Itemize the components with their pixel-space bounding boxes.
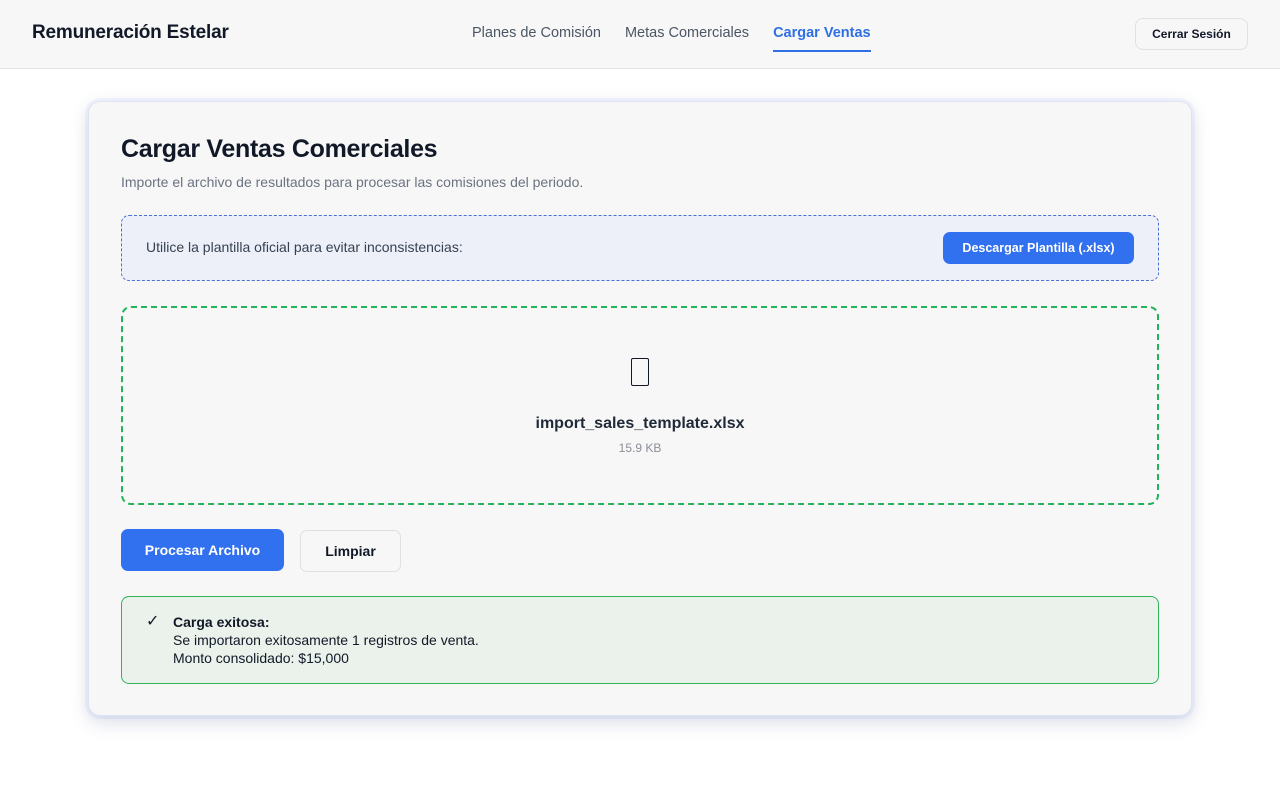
- top-navigation-bar: Remuneración Estelar Planes de Comisión …: [0, 0, 1280, 69]
- download-template-button[interactable]: Descargar Plantilla (.xlsx): [943, 232, 1134, 264]
- process-file-button[interactable]: Procesar Archivo: [121, 529, 284, 571]
- template-notice: Utilice la plantilla oficial para evitar…: [121, 215, 1159, 281]
- clear-button[interactable]: Limpiar: [300, 530, 401, 572]
- nav-item-cargar-ventas[interactable]: Cargar Ventas: [773, 0, 871, 68]
- file-icon: [631, 358, 649, 386]
- nav-item-metas-comerciales[interactable]: Metas Comerciales: [625, 0, 749, 68]
- success-alert: ✓ Carga exitosa: Se importaron exitosame…: [121, 596, 1159, 684]
- page-title: Cargar Ventas Comerciales: [121, 135, 438, 163]
- template-notice-text: Utilice la plantilla oficial para evitar…: [146, 239, 463, 255]
- brand-title: Remuneración Estelar: [32, 22, 229, 43]
- nav-item-planes-de-comision[interactable]: Planes de Comisión: [472, 0, 601, 68]
- page-subtitle: Importe el archivo de resultados para pr…: [121, 174, 584, 190]
- file-dropzone[interactable]: import_sales_template.xlsx 15.9 KB: [121, 306, 1159, 505]
- check-icon: ✓: [146, 611, 160, 630]
- logout-button[interactable]: Cerrar Sesión: [1135, 18, 1248, 50]
- success-message: Se importaron exitosamente 1 registros d…: [173, 632, 479, 648]
- selected-file-size: 15.9 KB: [618, 441, 662, 455]
- consolidated-amount: Monto consolidado: $15,000: [173, 650, 349, 666]
- success-title: Carga exitosa:: [173, 614, 270, 630]
- upload-sales-card: Cargar Ventas Comerciales Importe el arc…: [88, 101, 1192, 716]
- main-nav: Planes de Comisión Metas Comerciales Car…: [472, 0, 871, 68]
- selected-file-name: import_sales_template.xlsx: [535, 415, 745, 432]
